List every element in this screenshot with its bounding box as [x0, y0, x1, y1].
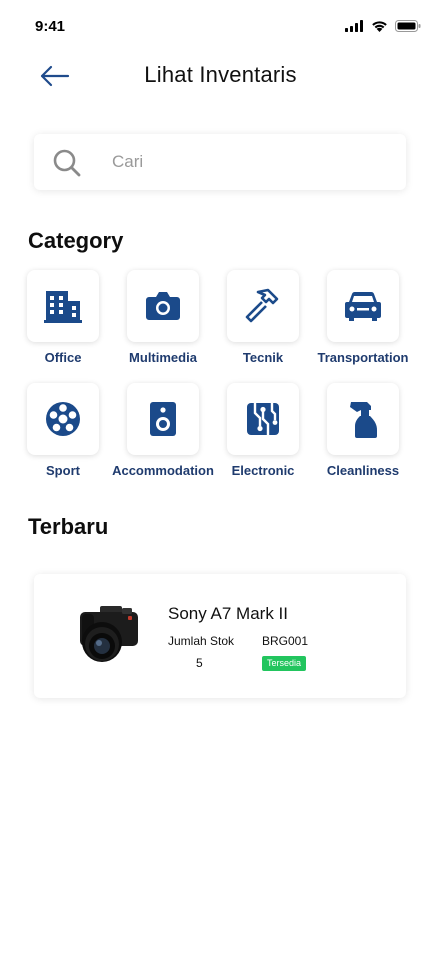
stock-value: 5: [196, 656, 203, 670]
category-electronic-tile[interactable]: [227, 383, 299, 455]
status-bar: 9:41: [0, 0, 441, 52]
category-cleanliness[interactable]: Cleanliness: [300, 383, 410, 493]
circuit-icon: [247, 403, 279, 435]
status-icons: [345, 20, 421, 32]
category-label: Cleanliness: [326, 463, 400, 478]
camera-product-image: [80, 606, 138, 662]
camera-icon: [146, 292, 180, 320]
latest-title: Terbaru: [28, 514, 109, 539]
category-accommodation-tile[interactable]: [127, 383, 199, 455]
category-multimedia-tile[interactable]: [127, 270, 199, 342]
category-tecnik-tile[interactable]: [227, 270, 299, 342]
category-sport-tile[interactable]: [27, 383, 99, 455]
page-title: Lihat Inventaris: [144, 62, 297, 87]
signal-icon: [345, 20, 363, 32]
inventory-card[interactable]: Sony A7 Mark II Jumlah Stok 5 BRG001 Ter…: [34, 574, 406, 698]
status-badge: Tersedia: [262, 656, 307, 671]
hammer-icon: [245, 288, 279, 323]
category-cleanliness-tile[interactable]: [327, 383, 399, 455]
category-transportation-tile[interactable]: [327, 270, 399, 342]
item-name: Sony A7 Mark II: [168, 604, 288, 623]
search-input[interactable]: [112, 134, 392, 190]
status-time: 9:41: [35, 18, 66, 35]
item-code: BRG001: [262, 634, 309, 648]
header: Lihat Inventaris: [0, 56, 441, 96]
category-office-tile[interactable]: [27, 270, 99, 342]
wifi-icon: [372, 21, 387, 32]
category-label: Transportation: [317, 350, 409, 365]
spray-bottle-icon: [350, 402, 377, 438]
search-bar[interactable]: [34, 134, 406, 190]
category-title: Category: [28, 228, 124, 253]
category-transportation[interactable]: Transportation: [300, 270, 410, 380]
stock-label: Jumlah Stok: [168, 634, 235, 648]
building-icon: [44, 291, 82, 323]
car-icon: [345, 291, 381, 321]
soccer-ball-icon: [46, 402, 80, 436]
search-icon: [53, 149, 81, 177]
battery-icon: [395, 20, 421, 32]
speaker-icon: [150, 402, 176, 436]
